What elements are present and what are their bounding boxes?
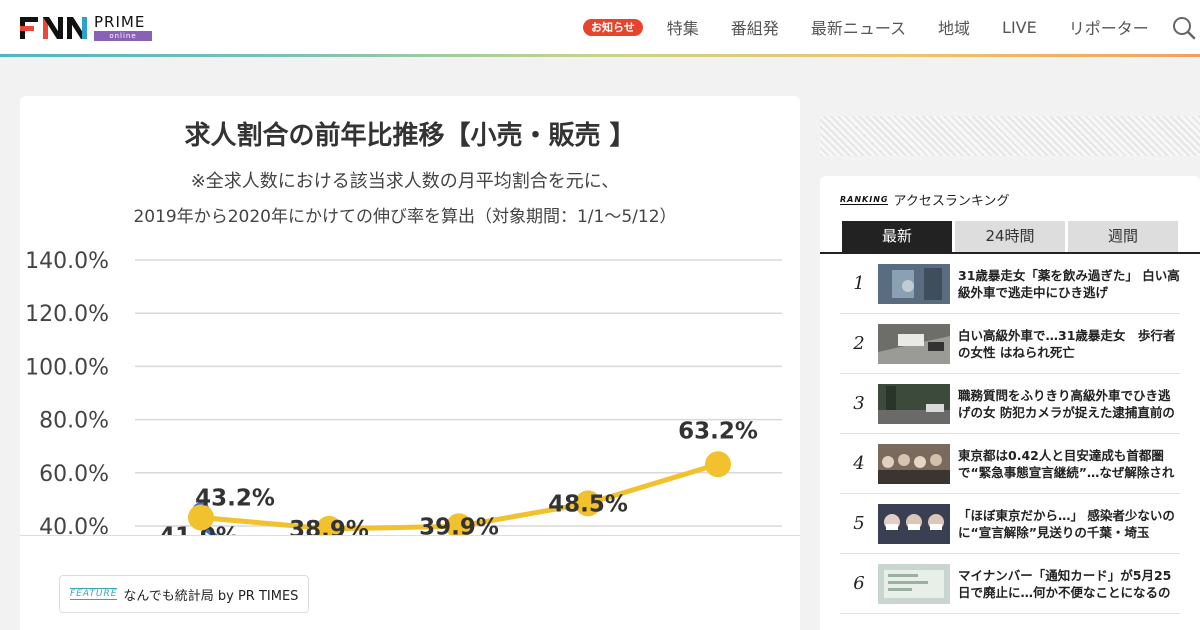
rank-thumbnail: [878, 503, 950, 544]
ranking-header: RANKING アクセスランキング: [840, 190, 1009, 209]
logo-online-tag: online: [94, 31, 152, 41]
ranking-tabs: 最新 24時間 週間: [842, 221, 1181, 252]
ranking-label-en: RANKING: [840, 194, 889, 205]
data-point: [705, 451, 731, 478]
y-tick-label: 120.0%: [25, 302, 109, 327]
ranking-item[interactable]: 5 「ほぼ東京だから…」 感染者少ないのに“宣言解除”見送りの千葉・埼玉: [840, 494, 1180, 554]
search-icon[interactable]: [1172, 16, 1196, 40]
rank-thumbnail: [878, 563, 950, 604]
article-card: 求人割合の前年比推移【小売・販売 】 ※全求人数における該当求人数の月平均割合を…: [20, 96, 800, 630]
rank-thumbnail: [878, 323, 950, 364]
ranking-item[interactable]: 3 職務質問をふりきり高級外車でひき逃げの女 防犯カメラが捉えた逮捕直前の姿: [840, 374, 1180, 434]
rank-number: 6: [853, 573, 865, 594]
ad-placeholder: [820, 116, 1200, 156]
data-label: 39.9%: [419, 514, 499, 536]
nav-item-features[interactable]: 特集: [667, 15, 699, 39]
feature-text: なんでも統計局 by PR TIMES: [123, 588, 299, 604]
rank-number: 1: [853, 273, 865, 294]
y-tick-label: 100.0%: [25, 355, 109, 380]
ranking-item[interactable]: 4 東京都は0.42人と目安達成も首都圏で“緊急事態宣言継続”…なぜ解除されない…: [840, 434, 1180, 494]
tab-latest[interactable]: 最新: [842, 221, 952, 252]
rank-number: 4: [853, 453, 865, 474]
rank-thumbnail: [878, 443, 950, 484]
chart-subtitle-line1: ※全求人数における該当求人数の月平均割合を元に、: [191, 171, 620, 192]
site-logo[interactable]: PRIME online: [20, 14, 152, 42]
rank-headline: 「ほぼ東京だから…」 感染者少ないのに“宣言解除”見送りの千葉・埼玉: [958, 507, 1175, 540]
nav-item-programs[interactable]: 番組発: [731, 15, 779, 39]
tab-24h[interactable]: 24時間: [955, 221, 1065, 252]
data-label: 63.2%: [678, 418, 758, 444]
rank-headline: 職務質問をふりきり高級外車でひき逃げの女 防犯カメラが捉えた逮捕直前の姿: [958, 387, 1175, 420]
ranking-list: 1 31歳暴走女「薬を飲み過ぎた」 白い高級外車で逃走中にひき逃げ 2 白い高級…: [840, 254, 1180, 614]
logo-prime-text: PRIME: [94, 13, 146, 31]
nav-notice-badge[interactable]: お知らせ: [583, 18, 643, 36]
rank-headline: 31歳暴走女「薬を飲み過ぎた」 白い高級外車で逃走中にひき逃げ: [958, 267, 1180, 300]
nav-item-live[interactable]: LIVE: [1002, 18, 1037, 37]
site-header: PRIME online お知らせ 特集 番組発 最新ニュース 地域 LIVE …: [0, 0, 1200, 54]
chart-subtitle-line2: 2019年から2020年にかけての伸び率を算出（対象期間：1/1〜5/12）: [133, 207, 676, 227]
y-tick-label: 40.0%: [39, 515, 109, 536]
ranking-item[interactable]: 2 白い高級外車で…31歳暴走女 歩行者の女性 はねられ死亡: [840, 314, 1180, 374]
y-tick-label: 140.0%: [25, 249, 109, 274]
ranking-item[interactable]: 6 マイナンバー「通知カード」が5月25日で廃止に…何か不便なことになるのか: [840, 554, 1180, 614]
feature-tag[interactable]: FEATURE なんでも統計局 by PR TIMES: [59, 575, 310, 613]
chart-title: 求人割合の前年比推移【小売・販売 】: [184, 120, 635, 151]
y-tick-label: 80.0%: [39, 409, 109, 434]
data-label: 48.5%: [548, 491, 628, 517]
ranking-item[interactable]: 1 31歳暴走女「薬を飲み過ぎた」 白い高級外車で逃走中にひき逃げ: [840, 254, 1180, 314]
rank-thumbnail: [878, 263, 950, 304]
access-ranking-panel: RANKING アクセスランキング 最新 24時間 週間 1 31歳暴走女「薬を…: [820, 176, 1200, 630]
data-label: 43.2%: [195, 485, 275, 511]
line-chart: 求人割合の前年比推移【小売・販売 】 ※全求人数における該当求人数の月平均割合を…: [25, 120, 782, 536]
main-nav: お知らせ 特集 番組発 最新ニュース 地域 LIVE リポーター: [583, 0, 1181, 54]
article-hero-chart[interactable]: 求人割合の前年比推移【小売・販売 】 ※全求人数における該当求人数の月平均割合を…: [20, 96, 800, 536]
nav-item-latest-news[interactable]: 最新ニュース: [811, 15, 906, 39]
rank-number: 3: [853, 393, 865, 414]
rank-headline: 東京都は0.42人と目安達成も首都圏で“緊急事態宣言継続”…なぜ解除されないのか: [958, 447, 1175, 480]
nav-item-region[interactable]: 地域: [938, 15, 970, 39]
rank-headline: 白い高級外車で…31歳暴走女 歩行者の女性 はねられ死亡: [958, 327, 1176, 360]
ranking-title: アクセスランキング: [893, 194, 1010, 209]
rank-number: 2: [853, 333, 865, 354]
nav-item-reporters[interactable]: リポーター: [1069, 15, 1149, 39]
rank-headline: マイナンバー「通知カード」が5月25日で廃止に…何か不便なことになるのか: [958, 567, 1172, 600]
rank-number: 5: [853, 513, 865, 534]
header-gradient-line: [0, 54, 1200, 57]
y-tick-label: 60.0%: [39, 462, 109, 487]
logo-fnn-mark: [20, 15, 90, 41]
tab-weekly[interactable]: 週間: [1068, 221, 1178, 252]
feature-label: FEATURE: [70, 588, 118, 600]
rank-thumbnail: [878, 383, 950, 424]
data-label: 38.9%: [289, 517, 369, 536]
